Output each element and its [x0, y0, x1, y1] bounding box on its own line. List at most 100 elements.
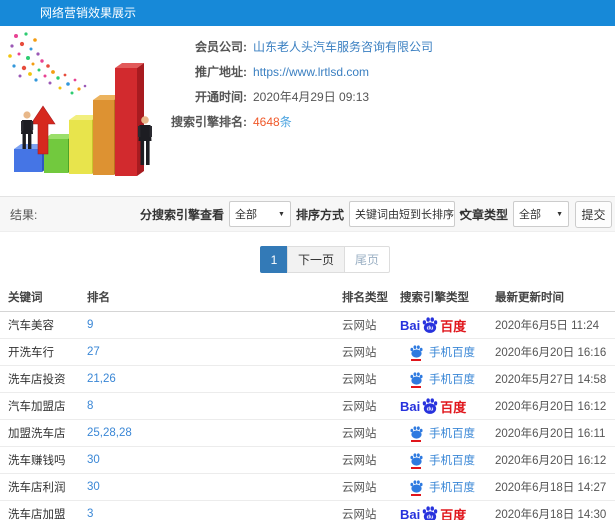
confetti-dots [8, 32, 87, 95]
engine-logo-baidu-pc: Bai du 百度 [400, 397, 466, 416]
mobile-baidu-label: 手机百度 [429, 347, 475, 359]
last-page-button[interactable]: 尾页 [344, 246, 391, 273]
engine-cell: 手机百度 [400, 338, 495, 366]
filter-controls: 分搜索引擎查看 全部 ▼ 排序方式 关键词由短到长排序 ▼ 文章类型 全部 ▼ … [135, 200, 615, 228]
updated-cell: 2020年6月20日 16:16 [495, 338, 615, 366]
article-type-select[interactable]: 全部 ▼ [513, 201, 569, 227]
open-time-value: 2020年4月29日 09:13 [253, 90, 370, 104]
rank-type-cell: 云网站 [342, 500, 400, 520]
page-header: 网络营销效果展示 [0, 0, 615, 26]
sort-label: 排序方式 [295, 207, 344, 222]
keyword-cell: 洗车赚钱吗 [0, 446, 87, 474]
rank-link[interactable]: 30 [87, 481, 100, 493]
businessman-on-bar [21, 111, 34, 149]
rank-link[interactable]: 9 [87, 319, 93, 331]
engine-cell: 手机百度 [400, 365, 495, 393]
keyword-cell: 洗车店利润 [0, 473, 87, 501]
rank-count-suffix: 条 [279, 115, 292, 129]
article-type-label: 文章类型 [459, 207, 508, 222]
engine-logo-baidu-mobile: 手机百度 [400, 425, 475, 442]
baidu-wordmark-cn: 百度 [440, 507, 467, 520]
baidu-wordmark-bai: Bai [400, 398, 421, 414]
baidu-wordmark-cn: 百度 [440, 399, 467, 415]
keyword-cell: 汽车加盟店 [0, 392, 87, 420]
mobile-baidu-paw-icon [409, 479, 424, 496]
rank-link[interactable]: 30 [87, 454, 100, 466]
baidu-paw-icon: du [422, 317, 438, 333]
updated-cell: 2020年6月20日 16:11 [495, 419, 615, 447]
updated-cell: 2020年6月18日 14:27 [495, 473, 615, 501]
rank-link[interactable]: 3 [87, 508, 93, 520]
engine-cell: 手机百度 [400, 419, 495, 447]
open-time-label: 开通时间: [195, 90, 247, 104]
col-header-engine-type: 搜索引擎类型 [400, 283, 495, 312]
page-1-button[interactable]: 1 [260, 246, 288, 273]
engine-cell: Bai du 百度 [400, 392, 495, 420]
keyword-cell: 加盟洗车店 [0, 419, 87, 447]
svg-text:du: du [427, 515, 434, 520]
page-title: 网络营销效果展示 [40, 6, 137, 20]
mobile-baidu-paw-icon [409, 452, 424, 469]
pagination: 1 下一页 尾页 [260, 246, 391, 273]
baidu-paw-icon: du [422, 398, 438, 414]
col-header-updated: 最新更新时间 [495, 283, 615, 312]
mobile-baidu-label: 手机百度 [429, 455, 475, 467]
rank-link[interactable]: 27 [87, 346, 100, 358]
engine-logo-baidu-mobile: 手机百度 [400, 344, 475, 361]
info-row-company: 会员公司: 山东老人头汽车服务咨询有限公司 [167, 34, 433, 59]
next-page-button[interactable]: 下一页 [287, 246, 346, 273]
table-row: 加盟洗车店 25,28,28 云网站 手机百度 2020年6月20日 16:11 [0, 419, 615, 447]
bar-red [115, 63, 144, 176]
engine-filter-select[interactable]: 全部 ▼ [228, 201, 291, 227]
engine-logo-baidu-pc: Bai du 百度 [400, 316, 466, 335]
promo-url-label: 推广地址: [195, 65, 247, 79]
rank-type-cell: 云网站 [342, 338, 400, 366]
keyword-cell: 开洗车行 [0, 338, 87, 366]
table-row: 洗车赚钱吗 30 云网站 手机百度 2020年6月20日 16:12 [0, 446, 615, 474]
engine-logo-baidu-pc: Bai du 百度 [400, 505, 466, 520]
rank-type-cell: 云网站 [342, 473, 400, 501]
svg-text:du: du [427, 326, 434, 332]
mobile-baidu-underline [411, 358, 421, 361]
baidu-paw-icon: du [422, 506, 438, 520]
engine-cell: Bai du 百度 [400, 500, 495, 520]
table-row: 洗车店利润 30 云网站 手机百度 2020年6月18日 14:27 [0, 473, 615, 501]
rank-link[interactable]: 21,26 [87, 373, 116, 385]
mobile-baidu-label: 手机百度 [429, 428, 475, 440]
sort-select[interactable]: 关键词由短到长排序 ▼ [348, 201, 465, 227]
submit-button[interactable]: 提交 [575, 200, 612, 228]
table-row: 开洗车行 27 云网站 手机百度 2020年6月20日 16:16 [0, 338, 615, 366]
table-row: 汽车加盟店 8 云网站 Bai du 百度 2020年6月20日 16:12 [0, 392, 615, 420]
rank-count-label: 搜索引擎排名: [171, 115, 247, 129]
keyword-cell: 汽车美容 [0, 311, 87, 339]
mobile-baidu-underline [411, 439, 421, 442]
info-row-url: 推广地址: https://www.lrtlsd.com [167, 59, 433, 84]
rank-type-cell: 云网站 [342, 365, 400, 393]
mobile-baidu-paw-icon [409, 344, 424, 361]
engine-cell: Bai du 百度 [400, 311, 495, 339]
baidu-wordmark-bai: Bai [400, 317, 421, 333]
keyword-cell: 洗车店加盟 [0, 500, 87, 520]
chevron-down-icon: ▼ [278, 210, 285, 218]
rank-link[interactable]: 8 [87, 400, 93, 412]
mobile-baidu-label: 手机百度 [429, 482, 475, 494]
promo-url-link[interactable]: https://www.lrtlsd.com [253, 65, 369, 79]
engine-filter-value: 全部 [234, 209, 257, 221]
updated-cell: 2020年5月27日 14:58 [495, 365, 615, 393]
mobile-baidu-paw-icon [409, 371, 424, 388]
filter-bar: 结果: 分搜索引擎查看 全部 ▼ 排序方式 关键词由短到长排序 ▼ 文章类型 全… [0, 196, 615, 232]
rank-type-cell: 云网站 [342, 392, 400, 420]
company-link[interactable]: 山东老人头汽车服务咨询有限公司 [253, 38, 433, 55]
mobile-baidu-label: 手机百度 [429, 374, 475, 386]
rank-link[interactable]: 25,28,28 [87, 427, 132, 439]
keyword-cell: 洗车店投资 [0, 365, 87, 393]
updated-cell: 2020年6月5日 11:24 [495, 311, 615, 339]
rank-count-number: 4648 [253, 115, 280, 129]
baidu-wordmark-cn: 百度 [440, 318, 467, 334]
rank-count-value: 4648条 [253, 113, 292, 130]
svg-text:du: du [427, 407, 434, 413]
info-row-rank-count: 搜索引擎排名: 4648条 [167, 109, 433, 134]
article-type-value: 全部 [519, 209, 541, 221]
rank-type-cell: 云网站 [342, 311, 400, 339]
mobile-baidu-underline [411, 385, 421, 388]
